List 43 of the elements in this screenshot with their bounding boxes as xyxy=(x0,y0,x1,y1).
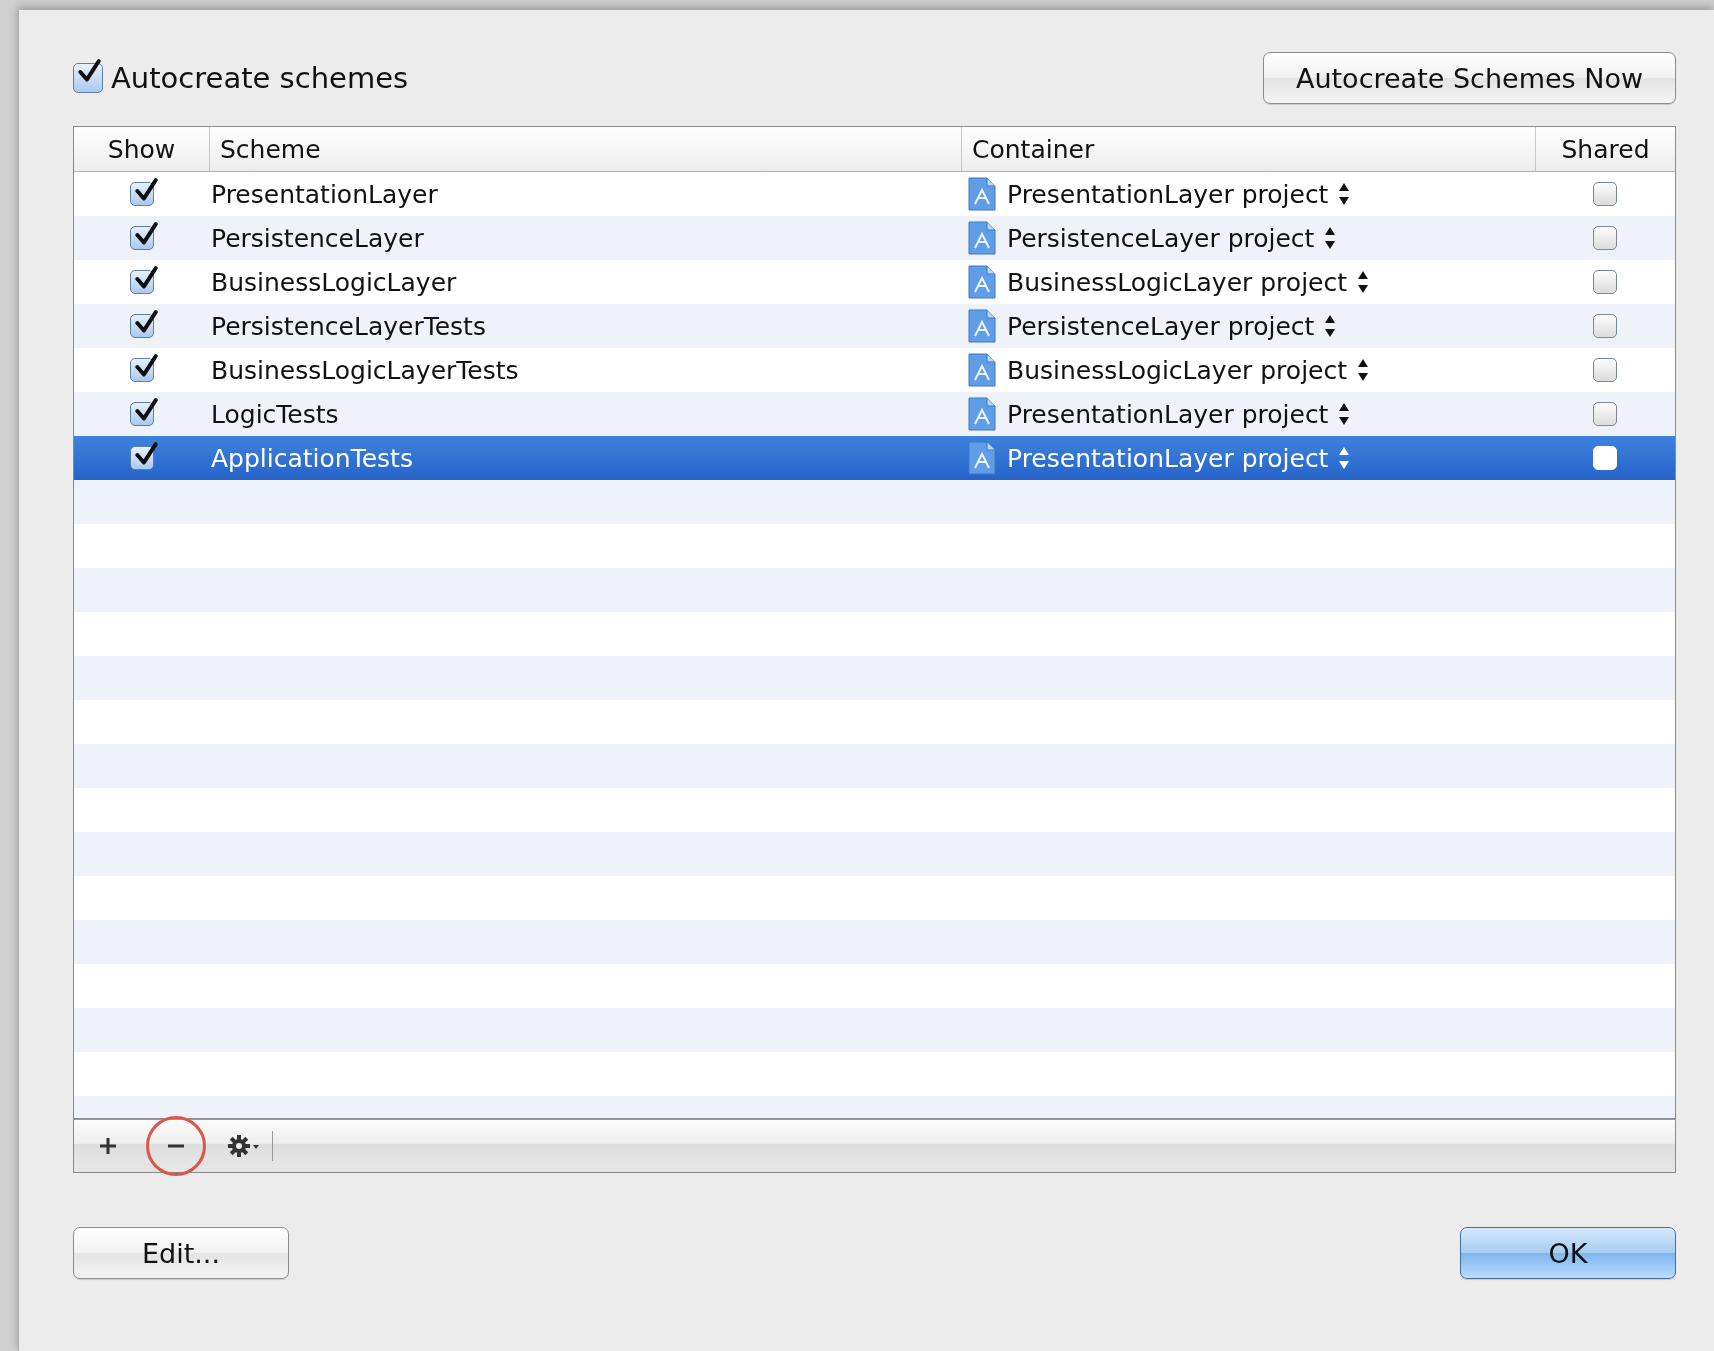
edit-button[interactable]: Edit... xyxy=(73,1227,289,1279)
container-popup[interactable]: PresentationLayer project xyxy=(1007,399,1351,429)
updown-arrows-icon[interactable] xyxy=(1357,270,1369,294)
project-file-icon xyxy=(967,397,997,431)
project-file-icon xyxy=(967,353,997,387)
container-popup[interactable]: PresentationLayer project xyxy=(1007,443,1351,473)
checkbox[interactable] xyxy=(1593,402,1617,426)
autocreate-schemes-now-button[interactable]: Autocreate Schemes Now xyxy=(1262,52,1676,104)
updown-arrows-icon[interactable] xyxy=(1338,182,1351,206)
project-file-icon xyxy=(967,221,997,255)
column-header[interactable]: Scheme xyxy=(209,127,961,171)
container-popup[interactable]: BusinessLogicLayer project xyxy=(1007,267,1369,297)
column-header[interactable]: Container xyxy=(961,127,1535,171)
scheme-name: BusinessLogicLayer xyxy=(211,267,457,297)
scheme-name: BusinessLogicLayerTests xyxy=(211,355,519,385)
project-file-icon xyxy=(967,441,997,475)
scheme-name: LogicTests xyxy=(211,399,339,429)
project-file-icon xyxy=(967,309,997,343)
scheme-name: ApplicationTests xyxy=(211,443,413,473)
container-popup[interactable]: BusinessLogicLayer project xyxy=(1007,355,1369,385)
checkbox[interactable] xyxy=(1593,226,1617,250)
checkbox-label[interactable]: Autocreate schemes xyxy=(111,61,409,95)
updown-arrows-icon[interactable] xyxy=(1324,314,1337,338)
container-popup[interactable]: PersistenceLayer project xyxy=(1007,223,1337,253)
project-file-icon xyxy=(967,265,997,299)
checkbox[interactable] xyxy=(1593,358,1617,382)
column-header[interactable]: Shared xyxy=(1535,127,1675,171)
updown-arrows-icon[interactable] xyxy=(1357,358,1369,382)
updown-arrows-icon[interactable] xyxy=(1324,226,1337,250)
project-file-icon xyxy=(967,177,997,211)
container-popup[interactable]: PresentationLayer project xyxy=(1007,179,1351,209)
column-header[interactable]: Show xyxy=(74,127,209,171)
updown-arrows-icon[interactable] xyxy=(1338,402,1351,426)
checkbox[interactable] xyxy=(1593,314,1617,338)
gear-icon[interactable] xyxy=(227,1134,261,1158)
checkbox[interactable] xyxy=(1593,182,1617,206)
checkbox[interactable] xyxy=(1593,270,1617,294)
scheme-name: PresentationLayer xyxy=(211,179,438,209)
plus-icon[interactable] xyxy=(98,1136,118,1156)
scheme-name: PersistenceLayer xyxy=(211,223,424,253)
ok-button[interactable]: OK xyxy=(1460,1227,1676,1279)
container-popup[interactable]: PersistenceLayer project xyxy=(1007,311,1337,341)
scheme-name: PersistenceLayerTests xyxy=(211,311,486,341)
